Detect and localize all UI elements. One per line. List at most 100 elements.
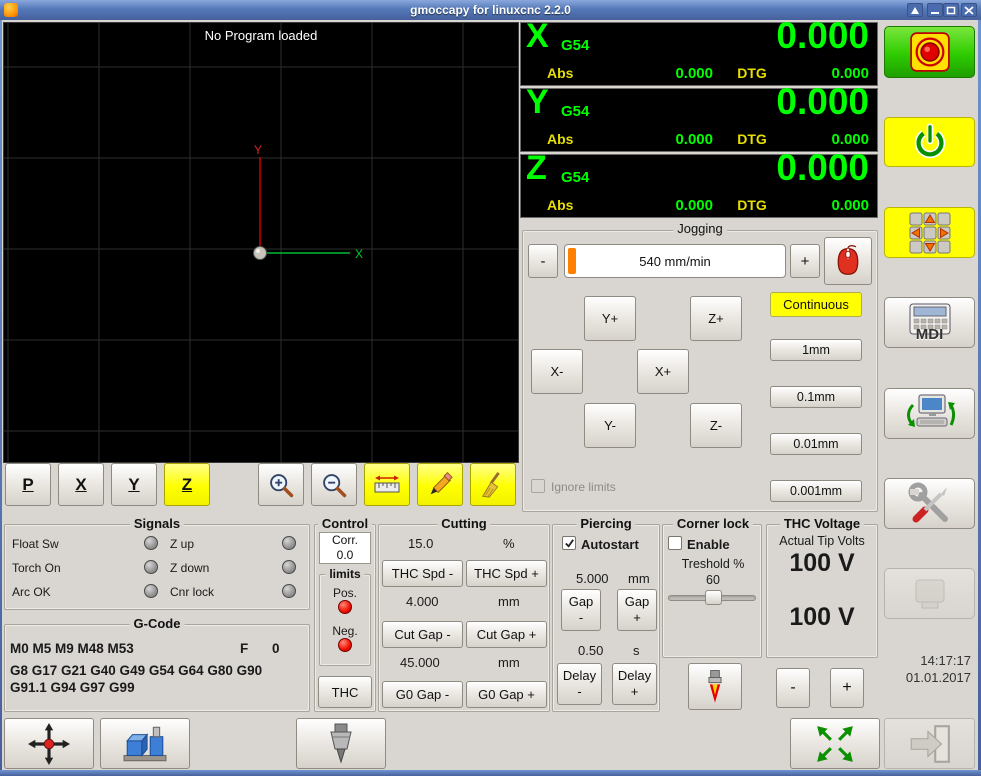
threshold-slider-handle[interactable]	[705, 590, 722, 605]
neg-limit-label: Neg.	[332, 624, 358, 638]
disabled-function-button[interactable]	[884, 568, 975, 619]
machine-settings-button[interactable]	[884, 388, 975, 439]
view-x-button[interactable]: X	[58, 463, 104, 506]
feed-value: 0	[272, 641, 280, 656]
pierce-delay-unit: s	[633, 643, 640, 658]
shade-icon[interactable]	[907, 3, 923, 17]
dro-abs-label: Abs	[547, 131, 574, 147]
gcode-title: G-Code	[129, 616, 185, 631]
pierce-delay-minus-button[interactable]: Delay -	[557, 663, 602, 705]
increment-1mm-button[interactable]: 1mm	[770, 339, 862, 361]
spindle-tool-icon	[330, 723, 352, 764]
machine-setup-icon	[906, 394, 955, 427]
dro-dtg-label: DTG	[737, 65, 767, 81]
volts-plus-button[interactable]: +	[830, 668, 864, 708]
dro-abs-label: Abs	[547, 65, 574, 81]
pierce-gap-value: 5.000	[576, 571, 609, 586]
view-p-button[interactable]: P	[5, 463, 51, 506]
fullscreen-icon	[817, 725, 853, 762]
settings-button[interactable]	[884, 478, 975, 529]
jog-speed-minus-button[interactable]: -	[528, 244, 558, 278]
dro-dtg-label: DTG	[737, 131, 767, 147]
window-border-left	[0, 20, 2, 770]
thc-speed-minus-button[interactable]: THC Spd -	[382, 560, 463, 587]
clock-time: 14:17:17	[920, 653, 971, 668]
pierce-gap-minus-button[interactable]: Gap -	[561, 589, 601, 631]
torch-button[interactable]	[688, 663, 742, 710]
volts-minus-button[interactable]: -	[776, 668, 810, 708]
pierce-gap-plus-button[interactable]: Gap +	[617, 589, 657, 631]
touch-off-button[interactable]	[4, 718, 94, 769]
zoom-out-button[interactable]	[311, 463, 357, 506]
jog-x-plus-button[interactable]: X+	[637, 349, 689, 394]
jog-y-minus-button[interactable]: Y-	[584, 403, 636, 448]
increment-0-01mm-button[interactable]: 0.01mm	[770, 433, 862, 455]
dro-coordinate-system: G54	[561, 103, 590, 120]
edit-button[interactable]	[417, 463, 463, 506]
thc-button[interactable]: THC	[318, 676, 372, 708]
arc-ok-led	[144, 584, 158, 598]
feed-label: F	[240, 641, 249, 656]
power-icon	[914, 123, 945, 159]
pierce-delay-plus-button[interactable]: Delay +	[612, 663, 657, 705]
dro-value: 0.000	[776, 147, 869, 188]
cnr-lock-led	[282, 584, 296, 598]
jog-z-minus-button[interactable]: Z-	[690, 403, 742, 448]
g0-gap-plus-button[interactable]: G0 Gap +	[466, 681, 547, 708]
cut-gap-plus-button[interactable]: Cut Gap +	[466, 621, 547, 648]
dro-letter: Y	[526, 83, 549, 121]
thc-speed-plus-button[interactable]: THC Spd +	[466, 560, 547, 587]
jog-z-plus-button[interactable]: Z+	[690, 296, 742, 341]
active-g-codes: G8 G17 G21 G40 G49 G54 G64 G80 G90 G91.1…	[10, 663, 263, 695]
dro-letter: X	[526, 17, 549, 55]
jogging-frame-title: Jogging	[673, 221, 727, 236]
threshold-label: Treshold %	[681, 557, 745, 571]
clear-plot-button[interactable]	[470, 463, 516, 506]
increment-0-001mm-button[interactable]: 0.001mm	[770, 480, 862, 502]
dro-dtg-value: 0.000	[831, 65, 869, 82]
g0-gap-minus-button[interactable]: G0 Gap -	[382, 681, 463, 708]
threshold-slider[interactable]	[668, 590, 756, 605]
ignore-limits-label: Ignore limits	[551, 480, 616, 494]
correction-value: 0.0	[336, 548, 354, 562]
gremlin-preview[interactable]: Y X No Program loaded	[3, 22, 519, 463]
ignore-limits-checkbox[interactable]	[531, 479, 545, 493]
corner-lock-enable-checkbox[interactable]	[668, 536, 682, 550]
target-volts-value: 100 V	[789, 603, 855, 631]
zoom-in-button[interactable]	[258, 463, 304, 506]
dro-axis-z[interactable]: Z G54 0.000 Abs 0.000 DTG 0.000	[520, 147, 878, 218]
dro-axis-y[interactable]: Y G54 0.000 Abs 0.000 DTG 0.000	[520, 81, 878, 152]
dimensions-button[interactable]	[364, 463, 410, 506]
tool-change-button[interactable]	[296, 718, 386, 769]
jog-y-plus-button[interactable]: Y+	[584, 296, 636, 341]
view-z-button[interactable]: Z	[164, 463, 210, 506]
jog-mode-continuous-button[interactable]: Continuous	[770, 292, 862, 317]
increment-0-1mm-button[interactable]: 0.1mm	[770, 386, 862, 408]
exit-button[interactable]	[884, 718, 975, 769]
zero-axes-icon	[28, 722, 70, 765]
minimize-icon[interactable]	[927, 3, 943, 17]
thc-voltage-title: THC Voltage	[779, 516, 865, 531]
torch-icon	[708, 669, 722, 703]
block-height-button[interactable]	[100, 718, 190, 769]
dro-axis-x[interactable]: X G54 0.000 Abs 0.000 DTG 0.000	[520, 15, 878, 86]
jog-speed-slider[interactable]: 540 mm/min	[564, 244, 786, 278]
dro-dtg-value: 0.000	[831, 131, 869, 148]
cutting-title: Cutting	[437, 516, 491, 531]
estop-button[interactable]	[884, 26, 975, 78]
jog-x-minus-button[interactable]: X-	[531, 349, 583, 394]
maximize-icon[interactable]	[943, 3, 959, 17]
mouse-jog-button[interactable]	[824, 237, 872, 285]
signal-label-cnr-lock: Cnr lock	[170, 585, 215, 599]
fullscreen-button[interactable]	[790, 718, 880, 769]
machine-on-button[interactable]	[884, 117, 975, 167]
close-icon[interactable]	[961, 3, 977, 17]
thc-speed-unit: %	[503, 536, 515, 551]
jog-speed-plus-button[interactable]: +	[790, 244, 820, 278]
show-jog-keys-button[interactable]	[884, 207, 975, 258]
mdi-button[interactable]: MDI	[884, 297, 975, 348]
cut-gap-minus-button[interactable]: Cut Gap -	[382, 621, 463, 648]
autostart-checkbox[interactable]	[562, 536, 576, 550]
dro-value: 0.000	[776, 81, 869, 122]
view-y-button[interactable]: Y	[111, 463, 157, 506]
